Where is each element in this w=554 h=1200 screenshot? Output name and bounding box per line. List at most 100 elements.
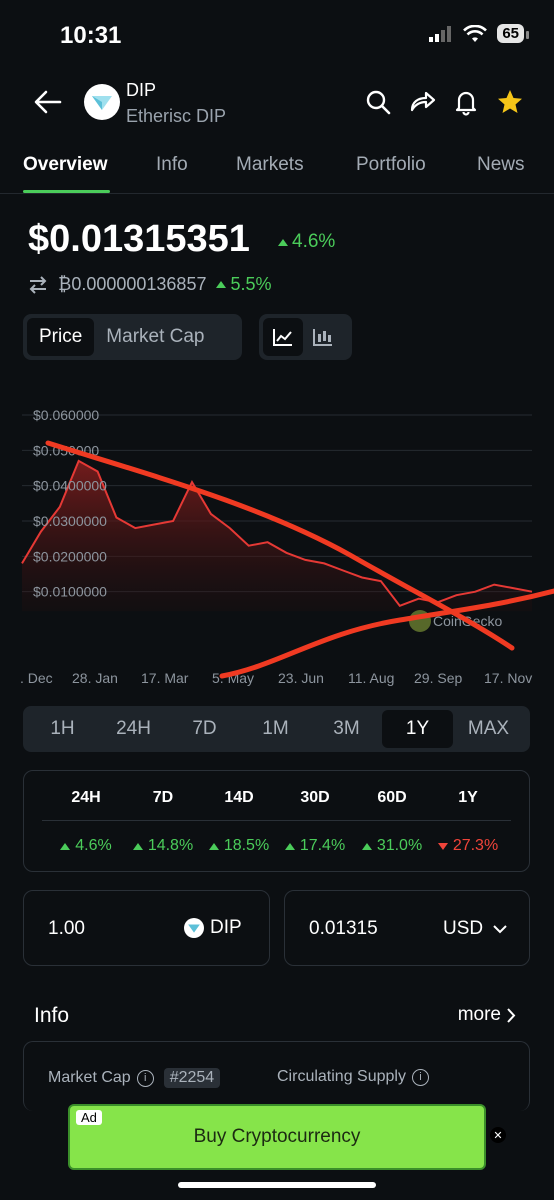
btc-change-value: 5.5% [230, 274, 272, 294]
chevron-right-icon [507, 1007, 516, 1023]
x-tick-label: 17. Mar [141, 670, 189, 686]
line-chart-toggle[interactable] [263, 318, 303, 356]
range-24h[interactable]: 24H [98, 710, 169, 748]
tab-active-indicator [23, 190, 110, 193]
y-tick-label: $0.0200000 [33, 548, 107, 564]
share-icon[interactable] [408, 88, 436, 116]
perf-value-text: 4.6% [75, 837, 112, 854]
perf-value-text: 17.4% [299, 837, 346, 854]
perf-value: 27.3% [428, 837, 508, 855]
coin-symbol: DIP [126, 80, 157, 100]
range-3m[interactable]: 3M [311, 710, 382, 748]
perf-header: 7D [152, 789, 174, 806]
price-change: 4.6% [278, 231, 335, 253]
ad-banner[interactable]: Ad Buy Cryptocurrency [68, 1104, 486, 1170]
x-tick-label: 23. Jun [278, 670, 324, 686]
candlestick-toggle[interactable] [303, 318, 343, 356]
chevron-down-icon [493, 925, 507, 934]
ad-text: Buy Cryptocurrency [193, 1126, 361, 1147]
info-icon[interactable]: i [136, 1069, 154, 1087]
perf-value: 17.4% [275, 837, 355, 855]
range-7d[interactable]: 7D [169, 710, 240, 748]
perf-header: 1Y [458, 789, 478, 806]
more-link[interactable]: more [458, 1004, 516, 1026]
battery-icon: 65 [497, 24, 529, 43]
market-cap-toggle[interactable]: Market Cap [94, 318, 216, 356]
x-tick-label: 28. Jan [72, 670, 118, 686]
converter-amount[interactable]: 1.00 [48, 918, 85, 940]
up-arrow-icon [132, 842, 143, 850]
price-btc: ₿0.000000136857 [58, 274, 207, 294]
dip-logo-icon [184, 918, 204, 938]
divider [42, 820, 511, 821]
currency-label: USD [443, 918, 484, 939]
perf-value: 4.6% [46, 837, 126, 855]
market-cap-row: Market Cap i #2254 [48, 1068, 221, 1088]
converter-value[interactable]: 0.01315 [309, 918, 378, 940]
range-1y[interactable]: 1Y [382, 710, 453, 748]
y-tick-label: $0.060000 [33, 407, 99, 423]
search-icon[interactable] [364, 88, 392, 116]
price-btc-row: ₿0.000000136857 5.5% [28, 274, 272, 295]
up-arrow-icon [216, 281, 227, 288]
price-usd: $0.01315351 [28, 218, 250, 260]
converter-fiat-field[interactable]: 0.01315 USD [284, 890, 530, 966]
circ-supply-label: Circulating Supply [277, 1068, 406, 1085]
market-cap-label: Market Cap [48, 1069, 131, 1086]
info-section-title: Info [34, 1004, 70, 1027]
converter-coin: DIP [184, 917, 242, 939]
converter-coin-symbol: DIP [210, 917, 242, 938]
tab-news[interactable]: News [477, 154, 525, 176]
range-1h[interactable]: 1H [27, 710, 98, 748]
star-icon[interactable] [496, 88, 524, 116]
up-arrow-icon [208, 842, 219, 850]
tab-markets[interactable]: Markets [236, 154, 304, 176]
x-tick-label: 29. Sep [414, 670, 462, 686]
perf-value-text: 18.5% [223, 837, 270, 854]
wifi-icon [463, 24, 488, 42]
coin-name: Etherisc DIP [126, 106, 227, 126]
range-selector: 1H 24H 7D 1M 3M 1Y MAX [23, 706, 530, 752]
info-icon[interactable]: i [411, 1068, 429, 1086]
btc-change: 5.5% [216, 274, 272, 295]
chart-type-toggle [259, 314, 352, 360]
line-chart-icon [273, 329, 292, 346]
swap-icon[interactable] [28, 275, 48, 294]
tab-overview[interactable]: Overview [23, 154, 108, 176]
bell-icon[interactable] [452, 88, 480, 116]
range-max[interactable]: MAX [453, 710, 524, 748]
more-label: more [457, 1004, 501, 1025]
converter-coin-field[interactable]: 1.00 DIP [23, 890, 270, 966]
up-arrow-icon [284, 842, 295, 850]
tab-info[interactable]: Info [156, 154, 188, 176]
y-tick-label: $0.0400000 [33, 478, 107, 494]
close-icon[interactable]: ✕ [490, 1127, 506, 1143]
perf-value-text: 31.0% [376, 837, 423, 854]
rank-badge: #2254 [163, 1068, 221, 1088]
perf-header: 24H [71, 789, 101, 806]
y-tick-label: $0.0100000 [33, 584, 107, 600]
perf-value-text: 14.8% [147, 837, 194, 854]
price-toggle[interactable]: Price [27, 318, 95, 356]
coin-logo [84, 84, 120, 120]
up-arrow-icon [361, 842, 372, 850]
signal-icon [429, 25, 452, 42]
price-change-value: 4.6% [292, 231, 336, 252]
range-1m[interactable]: 1M [240, 710, 311, 748]
price-chart[interactable]: $0.060000$0.050000$0.0400000$0.0300000$0… [0, 395, 554, 695]
tab-portfolio[interactable]: Portfolio [356, 154, 426, 176]
circ-supply-row: Circulating Supply i [277, 1068, 429, 1086]
home-indicator [178, 1182, 376, 1188]
tab-bar: Overview Info Markets Portfolio News [0, 150, 554, 194]
down-arrow-icon [437, 842, 448, 850]
perf-value: 31.0% [352, 837, 432, 855]
x-tick-label: 11. Aug [348, 670, 394, 686]
y-tick-label: $0.0300000 [33, 513, 107, 529]
currency-select[interactable]: USD [443, 918, 507, 940]
back-arrow-icon[interactable] [32, 86, 64, 118]
perf-header: 60D [377, 789, 407, 806]
perf-header: 30D [300, 789, 330, 806]
perf-value-text: 27.3% [452, 837, 499, 854]
info-card: Market Cap i #2254 Circulating Supply i [23, 1041, 530, 1111]
x-tick-label: . Dec [20, 670, 53, 686]
